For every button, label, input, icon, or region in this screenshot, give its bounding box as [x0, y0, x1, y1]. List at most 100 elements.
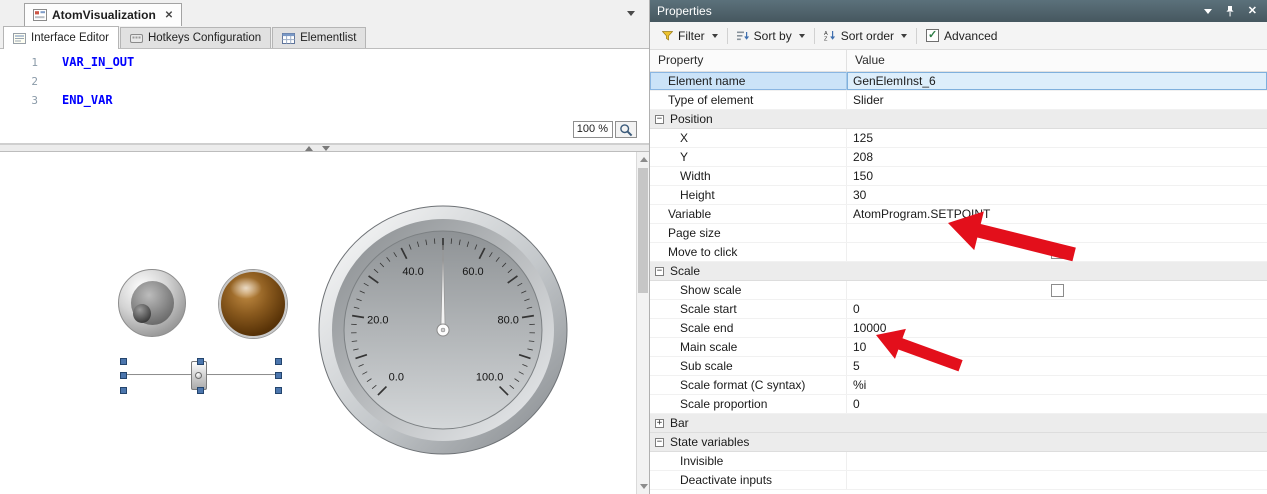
- property-value[interactable]: [846, 243, 1267, 261]
- code-line[interactable]: 3 END_VAR: [0, 91, 649, 110]
- property-group-row[interactable]: − Position: [650, 110, 1267, 129]
- property-value[interactable]: Slider: [846, 91, 1267, 109]
- document-tab-atomvisualization[interactable]: AtomVisualization ✕: [24, 3, 183, 26]
- canvas-vertical-scrollbar[interactable]: [636, 152, 649, 494]
- code-line[interactable]: 1 VAR_IN_OUT: [0, 53, 649, 72]
- property-grid: Element name GenElemInst_6 Type of element…: [650, 72, 1267, 490]
- property-value[interactable]: GenElemInst_6: [846, 72, 1267, 90]
- sort-by-button[interactable]: Sort by: [733, 29, 809, 43]
- property-row[interactable]: Page size: [650, 224, 1267, 243]
- property-row[interactable]: Element name GenElemInst_6: [650, 72, 1267, 91]
- filter-button[interactable]: Filter: [658, 29, 722, 43]
- selection-handle-mid-right[interactable]: [275, 372, 282, 379]
- collapse-up-icon[interactable]: [305, 146, 313, 151]
- properties-panel: Properties ✕ Filter Sort by A Z Sort ord…: [650, 0, 1267, 494]
- scroll-up-icon[interactable]: [639, 157, 648, 162]
- checkbox[interactable]: [1050, 283, 1064, 297]
- property-row[interactable]: Scale end 10000: [650, 319, 1267, 338]
- property-group-row[interactable]: + Bar: [650, 414, 1267, 433]
- property-value[interactable]: 10: [846, 338, 1267, 356]
- sort-order-az-icon: A Z: [824, 31, 835, 41]
- property-value[interactable]: 0: [846, 395, 1267, 413]
- group-label: Position: [670, 112, 713, 126]
- splitter-grip[interactable]: [305, 146, 330, 151]
- zoom-level-field[interactable]: 100 %: [573, 121, 613, 138]
- property-row[interactable]: Invisible: [650, 452, 1267, 471]
- tab-elementlist[interactable]: Elementlist: [272, 27, 367, 48]
- property-value[interactable]: 125: [846, 129, 1267, 147]
- tab-hotkeys-configuration[interactable]: Hotkeys Configuration: [119, 27, 272, 48]
- property-value[interactable]: [846, 224, 1267, 242]
- property-row[interactable]: Scale proportion 0: [650, 395, 1267, 414]
- sort-order-button[interactable]: A Z Sort order: [820, 29, 911, 43]
- selection-handle-top-left[interactable]: [120, 358, 127, 365]
- property-row[interactable]: Show scale: [650, 281, 1267, 300]
- property-row[interactable]: Variable AtomProgram.SETPOINT: [650, 205, 1267, 224]
- potentiometer-element[interactable]: [118, 269, 186, 337]
- property-value[interactable]: 30: [846, 186, 1267, 204]
- property-value[interactable]: [846, 281, 1267, 299]
- scroll-down-icon[interactable]: [639, 484, 648, 489]
- collapse-down-icon[interactable]: [322, 146, 330, 151]
- slider-handle[interactable]: [191, 361, 207, 390]
- window-menu-icon[interactable]: [1203, 8, 1212, 14]
- collapse-icon[interactable]: −: [655, 437, 664, 447]
- property-value[interactable]: [846, 452, 1267, 470]
- property-group-row[interactable]: − Scale: [650, 262, 1267, 281]
- slider-handle-dot: [195, 372, 202, 379]
- zoom-button[interactable]: [615, 121, 637, 138]
- property-row[interactable]: Move to click: [650, 243, 1267, 262]
- selection-handle-mid-left[interactable]: [120, 372, 127, 379]
- selection-handle-top-center[interactable]: [197, 358, 204, 365]
- tab-list-dropdown-icon[interactable]: [627, 11, 635, 16]
- interface-code-editor[interactable]: 1 VAR_IN_OUT 2 3 END_VAR 100 %: [0, 49, 649, 144]
- scrollbar-thumb[interactable]: [638, 168, 648, 293]
- selection-handle-top-right[interactable]: [275, 358, 282, 365]
- expand-icon[interactable]: +: [655, 418, 664, 428]
- properties-title-bar[interactable]: Properties ✕: [650, 0, 1267, 22]
- property-row[interactable]: Scale format (C syntax) %i: [650, 376, 1267, 395]
- advanced-toggle[interactable]: ✓ Advanced: [922, 29, 1001, 43]
- property-row[interactable]: Sub scale 5: [650, 357, 1267, 376]
- property-value[interactable]: %i: [846, 376, 1267, 394]
- property-value[interactable]: [846, 471, 1267, 489]
- collapse-icon[interactable]: −: [655, 266, 664, 276]
- selection-handle-bottom-right[interactable]: [275, 387, 282, 394]
- property-row[interactable]: Width 150: [650, 167, 1267, 186]
- pin-icon[interactable]: [1225, 5, 1235, 17]
- checkbox[interactable]: [1050, 245, 1064, 259]
- property-row[interactable]: Deactivate inputs: [650, 471, 1267, 490]
- close-icon[interactable]: ✕: [1248, 5, 1257, 17]
- property-row[interactable]: Main scale 10: [650, 338, 1267, 357]
- editor-canvas-splitter[interactable]: [0, 144, 649, 152]
- meter-gauge-element[interactable]: 0.0 20.0 40.0 60.0 80.0 100.0: [318, 205, 568, 455]
- property-row[interactable]: Height 30: [650, 186, 1267, 205]
- selection-handle-bottom-left[interactable]: [120, 387, 127, 394]
- property-value[interactable]: 150: [846, 167, 1267, 185]
- property-row[interactable]: Y 208: [650, 148, 1267, 167]
- property-row[interactable]: X 125: [650, 129, 1267, 148]
- tab-close-icon[interactable]: ✕: [165, 10, 173, 21]
- property-label: Scale proportion: [680, 397, 768, 411]
- property-value[interactable]: 10000: [846, 319, 1267, 337]
- property-value[interactable]: 0: [846, 300, 1267, 318]
- visualization-canvas[interactable]: 0.0 20.0 40.0 60.0 80.0 100.0: [0, 152, 649, 494]
- selection-handle-bottom-center[interactable]: [197, 387, 204, 394]
- property-value[interactable]: 5: [846, 357, 1267, 375]
- sort-order-label: Sort order: [840, 28, 895, 43]
- property-row[interactable]: Type of element Slider: [650, 91, 1267, 110]
- code-line[interactable]: 2: [0, 72, 649, 91]
- tab-interface-editor[interactable]: Interface Editor: [3, 26, 119, 49]
- column-header-property[interactable]: Property: [650, 50, 846, 71]
- property-group-row[interactable]: − State variables: [650, 433, 1267, 452]
- advanced-checkbox[interactable]: ✓: [926, 29, 940, 42]
- lamp-element[interactable]: [219, 270, 287, 338]
- visualization-editor-panel: AtomVisualization ✕ Interface Editor Hot…: [0, 0, 650, 494]
- collapse-icon[interactable]: −: [655, 114, 664, 124]
- property-value[interactable]: 208: [846, 148, 1267, 166]
- column-header-value[interactable]: Value: [846, 50, 1267, 71]
- slider-element-selected[interactable]: [120, 358, 282, 394]
- property-row[interactable]: Scale start 0: [650, 300, 1267, 319]
- property-value[interactable]: AtomProgram.SETPOINT: [846, 205, 1267, 223]
- magnifier-icon: [620, 123, 633, 136]
